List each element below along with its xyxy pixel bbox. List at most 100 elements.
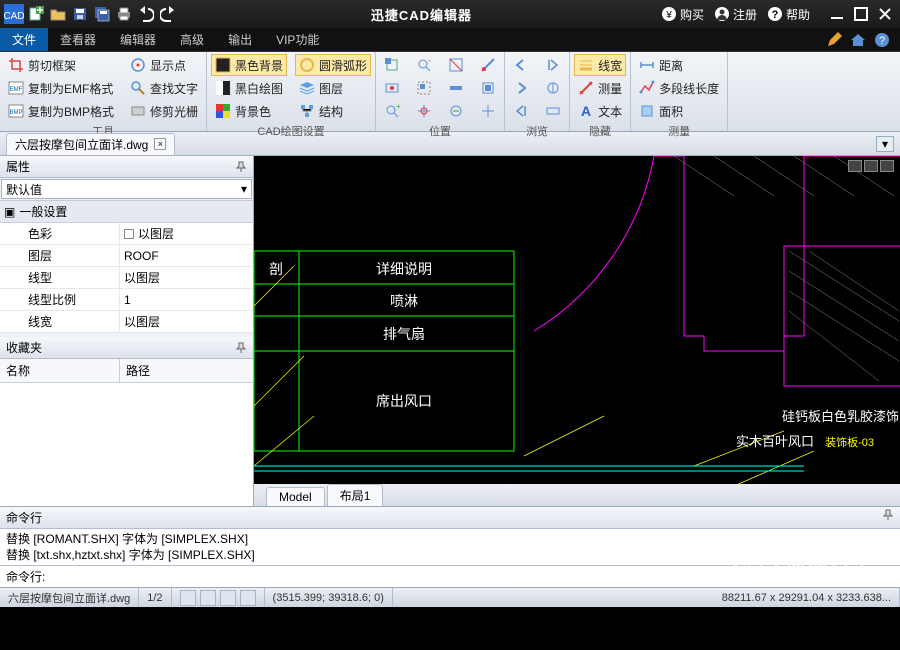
menu-文件[interactable]: 文件 — [0, 28, 48, 51]
file-tab-dropdown[interactable]: ▾ — [876, 136, 894, 152]
menu-VIP功能[interactable]: VIP功能 — [264, 28, 331, 51]
ribbon-cmd-复制为BMP格式[interactable]: 复制为BMP格式 — [4, 100, 118, 122]
ribbon-cmd-距离[interactable]: 距离 — [635, 54, 723, 76]
ortho-toggle[interactable] — [220, 590, 236, 606]
file-tab[interactable]: 六层按摩包间立面详.dwg × — [6, 133, 175, 155]
menu-编辑器[interactable]: 编辑器 — [108, 28, 168, 51]
prop-row-线型[interactable]: 线型以图层 — [0, 267, 253, 289]
ribbon-cmd-结构[interactable]: 结构 — [295, 100, 371, 122]
ribbon-cmd-文本[interactable]: 文本 — [574, 100, 626, 122]
prop-row-图层[interactable]: 图层ROOF — [0, 245, 253, 267]
ribbon-cmd[interactable] — [509, 100, 533, 122]
buy-button[interactable]: 购买 — [661, 6, 704, 23]
status-bar: 六层按摩包间立面详.dwg 1/2 (3515.399; 39318.6; 0)… — [0, 587, 900, 607]
ribbon-cmd-面积[interactable]: 面积 — [635, 100, 723, 122]
help-button[interactable]: 帮助 — [767, 6, 810, 23]
command-input[interactable]: 命令行: — [0, 565, 900, 587]
pencil-icon[interactable] — [826, 32, 842, 48]
ribbon-cmd[interactable] — [412, 54, 436, 76]
ribbon-cmd[interactable] — [380, 77, 404, 99]
app-icon[interactable] — [4, 4, 24, 24]
print-icon[interactable] — [114, 4, 134, 24]
ribbon-cmd[interactable] — [541, 54, 565, 76]
grid-toggle[interactable] — [200, 590, 216, 606]
ribbon-cmd-修剪光栅[interactable]: 修剪光栅 — [126, 100, 202, 122]
snap-toggle[interactable] — [180, 590, 196, 606]
prop-row-线宽[interactable]: 线宽以图层 — [0, 311, 253, 333]
mdi-close-icon[interactable] — [880, 160, 894, 172]
file-tab-close-icon[interactable]: × — [154, 138, 166, 150]
redo-icon[interactable] — [158, 4, 178, 24]
prop-group-header[interactable]: ▣一般设置 — [0, 201, 253, 223]
open-icon[interactable] — [48, 4, 68, 24]
drawing-canvas[interactable]: 详细说明 剖 喷淋 排气扇 席出风口 硅钙板白色乳胶漆饰 实木百叶风口 装饰板-… — [254, 156, 900, 506]
ribbon-cmd[interactable] — [444, 77, 468, 99]
minimize-icon[interactable] — [828, 5, 846, 23]
svg-text:席出风口: 席出风口 — [376, 393, 432, 409]
ribbon-cmd[interactable] — [476, 54, 500, 76]
ribbon-cmd-复制为EMF格式[interactable]: 复制为EMF格式 — [4, 77, 118, 99]
svg-text:装饰板-03: 装饰板-03 — [825, 435, 874, 449]
help-small-icon[interactable] — [874, 32, 890, 48]
tab-layout1[interactable]: 布局1 — [327, 484, 384, 506]
ribbon-cmd-测量[interactable]: 测量 — [574, 77, 626, 99]
ribbon-cmd-多段线长度[interactable]: 多段线长度 — [635, 77, 723, 99]
ribbon-group-label: 隐藏 — [574, 122, 626, 141]
register-button[interactable]: 注册 — [714, 6, 757, 23]
ribbon-cmd[interactable] — [444, 54, 468, 76]
prop-row-线型比例[interactable]: 线型比例1 — [0, 289, 253, 311]
maximize-icon[interactable] — [852, 5, 870, 23]
command-log[interactable]: 替换 [ROMANT.SHX] 字体为 [SIMPLEX.SHX] 替换 [tx… — [0, 529, 900, 565]
status-coords: (3515.399; 39318.6; 0) — [265, 588, 393, 607]
ribbon-cmd-剪切框架[interactable]: 剪切框架 — [4, 54, 118, 76]
ribbon-cmd-背景色[interactable]: 背景色 — [211, 100, 287, 122]
favorites-title: 收藏夹 — [0, 337, 253, 359]
ribbon-cmd-显示点[interactable]: 显示点 — [126, 54, 202, 76]
menu-输出[interactable]: 输出 — [216, 28, 264, 51]
properties-title: 属性 — [0, 156, 253, 178]
ribbon-cmd-黑白绘图[interactable]: 黑白绘图 — [211, 77, 287, 99]
prop-row-色彩[interactable]: 色彩以图层 — [0, 223, 253, 245]
ribbon-cmd-图层[interactable]: 图层 — [295, 77, 371, 99]
favorites-header: 名称路径 — [0, 359, 253, 383]
app-title: 迅捷CAD编辑器 — [182, 5, 661, 24]
ribbon-cmd[interactable] — [380, 100, 404, 122]
svg-text:硅钙板白色乳胶漆饰: 硅钙板白色乳胶漆饰 — [782, 409, 899, 424]
ribbon-cmd[interactable] — [412, 77, 436, 99]
save-icon[interactable] — [70, 4, 90, 24]
cad-drawing[interactable]: 详细说明 剖 喷淋 排气扇 席出风口 硅钙板白色乳胶漆饰 实木百叶风口 装饰板-… — [254, 156, 900, 506]
ribbon-cmd-黑色背景[interactable]: 黑色背景 — [211, 54, 287, 76]
status-tools — [172, 588, 265, 607]
svg-text:排气扇: 排气扇 — [383, 326, 425, 342]
ribbon-cmd[interactable] — [412, 100, 436, 122]
ribbon-cmd-线宽[interactable]: 线宽 — [574, 54, 626, 76]
ribbon-cmd[interactable] — [509, 54, 533, 76]
osnap-toggle[interactable] — [240, 590, 256, 606]
ribbon-cmd[interactable] — [476, 100, 500, 122]
pin-icon[interactable] — [235, 342, 247, 354]
close-icon[interactable] — [876, 5, 894, 23]
saveall-icon[interactable] — [92, 4, 112, 24]
menu-高级[interactable]: 高级 — [168, 28, 216, 51]
ribbon-group-label: 测量 — [635, 122, 723, 141]
ribbon-cmd[interactable] — [476, 77, 500, 99]
default-dropdown[interactable]: 默认值▾ — [1, 179, 252, 199]
undo-icon[interactable] — [136, 4, 156, 24]
pin-icon[interactable] — [882, 509, 894, 526]
ribbon-cmd-查找文字[interactable]: 查找文字 — [126, 77, 202, 99]
ribbon-cmd[interactable] — [380, 54, 404, 76]
ribbon-cmd[interactable] — [541, 100, 565, 122]
home-icon[interactable] — [850, 32, 866, 48]
tab-model[interactable]: Model — [266, 487, 325, 506]
ribbon-cmd[interactable] — [541, 77, 565, 99]
pin-icon[interactable] — [235, 161, 247, 173]
favorites-list[interactable] — [0, 383, 253, 506]
ribbon-cmd[interactable] — [444, 100, 468, 122]
status-file: 六层按摩包间立面详.dwg — [0, 588, 139, 607]
menu-查看器[interactable]: 查看器 — [48, 28, 108, 51]
ribbon-cmd[interactable] — [509, 77, 533, 99]
mdi-restore-icon[interactable] — [864, 160, 878, 172]
new-icon[interactable] — [26, 4, 46, 24]
ribbon-cmd-圆滑弧形[interactable]: 圆滑弧形 — [295, 54, 371, 76]
mdi-min-icon[interactable] — [848, 160, 862, 172]
